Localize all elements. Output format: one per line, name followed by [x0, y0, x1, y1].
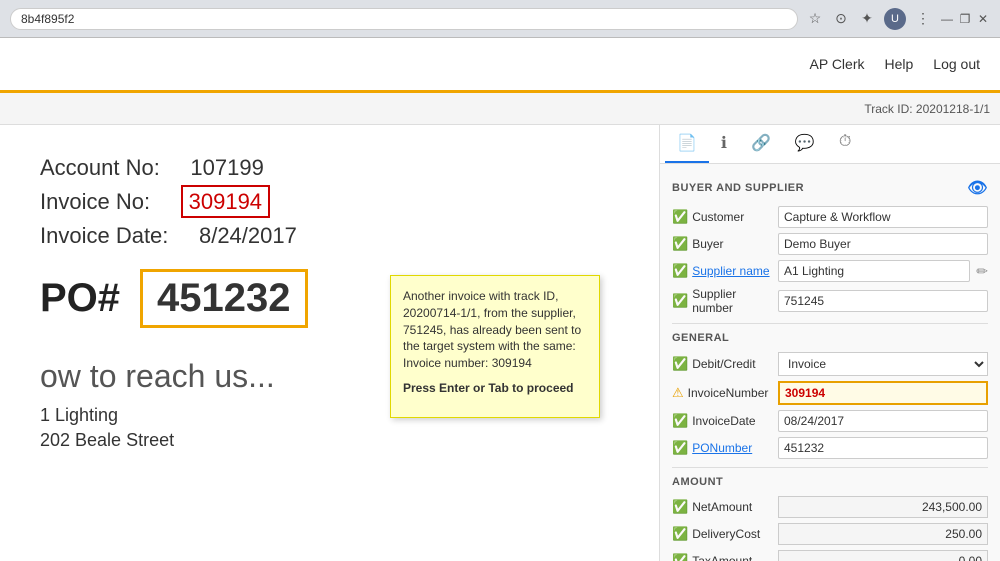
debit-credit-label: ✅ Debit/Credit	[672, 356, 772, 372]
profile-avatar[interactable]: U	[884, 8, 906, 30]
invoice-number-label: ⚠ InvoiceNumber	[672, 385, 772, 401]
url-bar: 8b4f895f2	[10, 8, 798, 30]
debit-credit-select[interactable]: Invoice Credit Note	[778, 352, 988, 376]
restore-button[interactable]: ❐	[958, 12, 972, 26]
amount-title: AMOUNT	[672, 476, 723, 488]
date-value: 8/24/2017	[199, 223, 297, 248]
invoice-value: 309194	[181, 185, 270, 218]
general-section-header: GENERAL	[672, 332, 988, 344]
net-amount-label: ✅ NetAmount	[672, 499, 772, 515]
panel-tabs: 📄 ℹ 🔗 💬 ⏱	[660, 125, 1000, 164]
customer-check-icon: ✅	[672, 209, 688, 225]
browser-chrome: 8b4f895f2 ☆ ⊙ ✦ U ⋮ — ❐ ✕	[0, 0, 1000, 38]
divider-2	[672, 467, 988, 468]
invoice-label: Invoice No:	[40, 189, 150, 214]
supplier-number-input[interactable]	[778, 290, 988, 312]
invoice-date-row: Invoice Date: 8/24/2017	[40, 223, 619, 249]
net-amount-field-row: ✅ NetAmount 243,500.00	[672, 496, 988, 518]
tooltip-action: Press Enter or Tab to proceed	[403, 380, 587, 397]
debit-credit-field-row: ✅ Debit/Credit Invoice Credit Note	[672, 352, 988, 376]
supplier-name-field-row: ✅ Supplier name ✏	[672, 260, 988, 282]
buyer-supplier-section-header: BUYER AND SUPPLIER 👁	[672, 178, 988, 198]
track-bar: Track ID: 20201218-1/1	[0, 93, 1000, 125]
customer-field-row: ✅ Customer	[672, 206, 988, 228]
po-number-input[interactable]	[778, 437, 988, 459]
supplier-name-edit-icon[interactable]: ✏	[976, 263, 988, 280]
duplicate-invoice-tooltip: Another invoice with track ID, 20200714-…	[390, 275, 600, 418]
supplier-number-check-icon: ✅	[672, 293, 688, 309]
minimize-button[interactable]: —	[940, 12, 954, 26]
supplier-name-input[interactable]	[778, 260, 970, 282]
ap-clerk-link[interactable]: AP Clerk	[810, 56, 865, 72]
window-controls: — ❐ ✕	[940, 12, 990, 26]
browser-icons: ☆ ⊙ ✦ U ⋮	[806, 8, 932, 30]
url-text: 8b4f895f2	[21, 12, 74, 26]
invoice-number-field-row: ⚠ InvoiceNumber	[672, 381, 988, 405]
tax-amount-check-icon: ✅	[672, 553, 688, 561]
net-amount-value: 243,500.00	[778, 496, 988, 518]
invoice-date-label: ✅ InvoiceDate	[672, 413, 772, 429]
account-circle-icon[interactable]: ⊙	[832, 10, 850, 28]
date-label: Invoice Date:	[40, 223, 168, 248]
company-address: 202 Beale Street	[40, 430, 619, 451]
invoice-number-warning-icon: ⚠	[672, 385, 684, 401]
tax-amount-field-row: ✅ TaxAmount 0.00	[672, 550, 988, 561]
tab-time[interactable]: ⏱	[827, 125, 863, 163]
tab-chat[interactable]: 💬	[783, 125, 827, 163]
account-label: Account No:	[40, 155, 160, 180]
net-amount-check-icon: ✅	[672, 499, 688, 515]
app-header: AP Clerk Help Log out	[0, 38, 1000, 93]
tax-amount-value: 0.00	[778, 550, 988, 561]
track-id-label: Track ID: 20201218-1/1	[864, 102, 990, 116]
tab-info[interactable]: ℹ	[709, 125, 739, 163]
amount-section-header: AMOUNT	[672, 476, 988, 488]
general-title: GENERAL	[672, 332, 729, 344]
po-label: PO#	[40, 276, 120, 321]
buyer-input[interactable]	[778, 233, 988, 255]
supplier-name-check-icon: ✅	[672, 263, 688, 279]
buyer-check-icon: ✅	[672, 236, 688, 252]
logout-link[interactable]: Log out	[933, 56, 980, 72]
visibility-icon[interactable]: 👁	[967, 178, 988, 198]
close-button[interactable]: ✕	[976, 12, 990, 26]
po-number-label: ✅ PONumber	[672, 440, 772, 456]
po-number-field-row: ✅ PONumber	[672, 437, 988, 459]
buyer-supplier-title: BUYER AND SUPPLIER	[672, 182, 804, 194]
account-number-row: Account No: 107199	[40, 155, 619, 181]
delivery-cost-field-row: ✅ DeliveryCost 250.00	[672, 523, 988, 545]
tooltip-message: Another invoice with track ID, 20200714-…	[403, 288, 587, 372]
account-value: 107199	[190, 155, 263, 180]
invoice-date-input[interactable]	[778, 410, 988, 432]
star-icon[interactable]: ☆	[806, 10, 824, 28]
po-number-check-icon: ✅	[672, 440, 688, 456]
invoice-number-input[interactable]	[778, 381, 988, 405]
extensions-icon[interactable]: ✦	[858, 10, 876, 28]
invoice-date-check-icon: ✅	[672, 413, 688, 429]
debit-credit-check-icon: ✅	[672, 356, 688, 372]
right-panel: 📄 ℹ 🔗 💬 ⏱ BUYER AND SUPPLIER 👁 ✅ Custome…	[660, 125, 1000, 561]
main-content: Account No: 107199 Invoice No: 309194 In…	[0, 125, 1000, 561]
buyer-label: ✅ Buyer	[672, 236, 772, 252]
invoice-date-field-row: ✅ InvoiceDate	[672, 410, 988, 432]
supplier-number-field-row: ✅ Supplier number	[672, 287, 988, 315]
customer-input[interactable]	[778, 206, 988, 228]
divider-1	[672, 323, 988, 324]
customer-label: ✅ Customer	[672, 209, 772, 225]
document-panel: Account No: 107199 Invoice No: 309194 In…	[0, 125, 660, 561]
tab-link[interactable]: 🔗	[739, 125, 783, 163]
tab-document[interactable]: 📄	[665, 125, 709, 163]
tax-amount-label: ✅ TaxAmount	[672, 553, 772, 561]
delivery-cost-check-icon: ✅	[672, 526, 688, 542]
invoice-number-row: Invoice No: 309194	[40, 189, 619, 215]
supplier-name-label: ✅ Supplier name	[672, 263, 772, 279]
panel-content: BUYER AND SUPPLIER 👁 ✅ Customer ✅ Buyer	[660, 164, 1000, 561]
more-menu-icon[interactable]: ⋮	[914, 10, 932, 28]
delivery-cost-label: ✅ DeliveryCost	[672, 526, 772, 542]
delivery-cost-value: 250.00	[778, 523, 988, 545]
supplier-number-label: ✅ Supplier number	[672, 287, 772, 315]
buyer-field-row: ✅ Buyer	[672, 233, 988, 255]
help-link[interactable]: Help	[884, 56, 913, 72]
po-value: 451232	[140, 269, 307, 328]
